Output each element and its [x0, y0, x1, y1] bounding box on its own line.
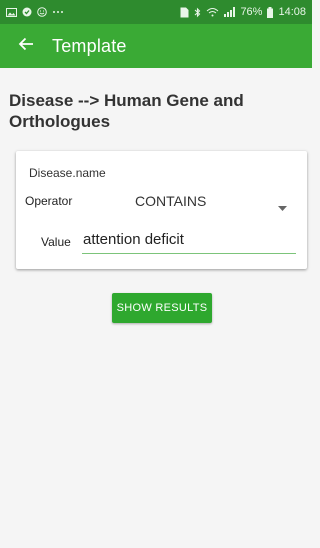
operator-value: CONTAINS [135, 193, 207, 209]
clock: 14:08 [278, 6, 306, 18]
smiley-icon [37, 7, 47, 17]
show-results-button[interactable]: SHOW RESULTS [112, 293, 212, 323]
constraint-card: Disease.name Operator CONTAINS Value [16, 151, 307, 269]
app-bar-title: Template [52, 35, 127, 56]
value-input[interactable] [82, 227, 296, 254]
arrow-left-icon [18, 36, 34, 57]
bluetooth-icon [194, 7, 201, 18]
image-icon [6, 7, 17, 17]
value-label: Value [41, 235, 71, 249]
app-bar: Template [0, 24, 312, 68]
page-title: Disease --> Human Gene and Orthologues [9, 91, 244, 131]
constraint-field-name: Disease.name [29, 166, 106, 180]
battery-percent: 76% [240, 6, 263, 18]
status-right: 76% 14:08 [180, 6, 306, 18]
caret-down-icon [278, 198, 287, 216]
sim-icon [180, 7, 189, 18]
operator-dropdown[interactable]: CONTAINS [121, 188, 299, 214]
back-button[interactable] [6, 24, 46, 68]
status-left [6, 7, 64, 17]
status-bar: 76% 14:08 [0, 0, 312, 24]
operator-label: Operator [25, 194, 73, 208]
signal-icon [224, 7, 236, 17]
battery-icon [267, 6, 274, 18]
wifi-icon [206, 7, 219, 17]
overflow-dots-icon [52, 10, 64, 14]
check-shield-icon [22, 7, 32, 17]
